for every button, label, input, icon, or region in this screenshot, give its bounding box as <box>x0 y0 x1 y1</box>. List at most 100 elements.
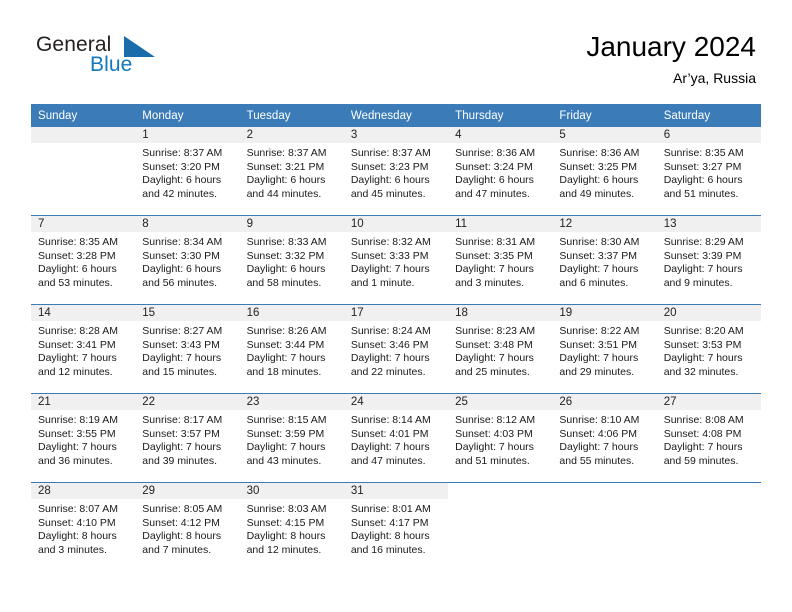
day-cell[interactable]: 15 Sunrise: 8:27 AM Sunset: 3:43 PM Dayligh… <box>135 305 240 393</box>
sunrise-text: Sunrise: 8:03 AM <box>246 503 327 515</box>
sunset-text: Sunset: 3:25 PM <box>559 160 638 173</box>
day-cell[interactable]: 1 Sunrise: 8:37 AM Sunset: 3:20 PM Daylight… <box>135 127 240 215</box>
daylight-text-line2: and 49 minutes. <box>559 187 635 200</box>
day-cell[interactable]: 3 Sunrise: 8:37 AM Sunset: 3:23 PM Daylight… <box>343 127 449 215</box>
day-cell[interactable]: 19 Sunrise: 8:22 AM Sunset: 3:51 PM Dayligh… <box>552 305 657 393</box>
day-cell[interactable]: 10 Sunrise: 8:32 AM Sunset: 3:33 PM Dayligh… <box>343 216 449 304</box>
day-cell[interactable]: 11 Sunrise: 8:31 AM Sunset: 3:35 PM Dayligh… <box>448 216 553 304</box>
empty-day-cell <box>657 483 761 571</box>
daylight-text-line1: Daylight: 7 hours <box>38 352 117 365</box>
calendar-cell: 30 Sunrise: 8:03 AM Sunset: 4:15 PM Dayligh… <box>239 482 344 571</box>
day-cell[interactable]: 5 Sunrise: 8:36 AM Sunset: 3:25 PM Daylight… <box>552 127 657 215</box>
day-number: 22 <box>135 394 240 410</box>
day-details: Sunrise: 8:14 AM Sunset: 4:01 PM Daylight:… <box>344 410 448 468</box>
sunset-text: Sunset: 3:30 PM <box>142 249 220 262</box>
day-cell[interactable]: 13 Sunrise: 8:29 AM Sunset: 3:39 PM Dayligh… <box>656 216 761 304</box>
generalblue-logo[interactable]: General Blue <box>36 33 186 81</box>
day-cell[interactable]: 6 Sunrise: 8:35 AM Sunset: 3:27 PM Daylight… <box>656 127 761 215</box>
sunrise-text: Sunrise: 8:14 AM <box>350 414 431 426</box>
calendar-cell: 15 Sunrise: 8:27 AM Sunset: 3:43 PM Dayligh… <box>135 304 240 394</box>
day-details: Sunrise: 8:26 AM Sunset: 3:44 PM Daylight:… <box>240 321 344 379</box>
day-number: 31 <box>343 483 449 499</box>
day-cell[interactable]: 4 Sunrise: 8:36 AM Sunset: 3:24 PM Daylight… <box>448 127 553 215</box>
daylight-text-line1: Daylight: 6 hours <box>350 174 430 187</box>
day-details: Sunrise: 8:23 AM Sunset: 3:48 PM Daylight:… <box>448 321 552 379</box>
day-number: 20 <box>656 305 761 321</box>
weekday-header-friday: Friday <box>552 104 657 127</box>
daylight-text-line1: Daylight: 7 hours <box>559 441 639 454</box>
day-details: Sunrise: 8:03 AM Sunset: 4:15 PM Daylight:… <box>240 499 344 557</box>
daylight-text-line2: and 51 minutes. <box>663 187 739 200</box>
calendar-cell: 21 Sunrise: 8:19 AM Sunset: 3:55 PM Dayligh… <box>31 393 136 483</box>
daylight-text-line2: and 32 minutes. <box>663 365 739 378</box>
daylight-text-line2: and 25 minutes. <box>455 365 530 378</box>
weekday-header-wednesday: Wednesday <box>343 104 449 127</box>
day-details: Sunrise: 8:28 AM Sunset: 3:41 PM Daylight:… <box>31 321 135 379</box>
day-cell[interactable]: 8 Sunrise: 8:34 AM Sunset: 3:30 PM Daylight… <box>135 216 240 304</box>
day-cell[interactable]: 9 Sunrise: 8:33 AM Sunset: 3:32 PM Daylight… <box>239 216 344 304</box>
day-cell[interactable]: 7 Sunrise: 8:35 AM Sunset: 3:28 PM Daylight… <box>31 216 136 304</box>
daylight-text-line2: and 12 minutes. <box>246 543 322 556</box>
day-cell[interactable]: 21 Sunrise: 8:19 AM Sunset: 3:55 PM Dayligh… <box>31 394 136 482</box>
day-cell[interactable]: 23 Sunrise: 8:15 AM Sunset: 3:59 PM Dayligh… <box>239 394 344 482</box>
day-cell[interactable]: 20 Sunrise: 8:20 AM Sunset: 3:53 PM Dayligh… <box>656 305 761 393</box>
day-cell[interactable]: 24 Sunrise: 8:14 AM Sunset: 4:01 PM Dayligh… <box>343 394 449 482</box>
month-calendar: Sunday Monday Tuesday Wednesday Thursday… <box>31 104 761 571</box>
calendar-week-row: 7 Sunrise: 8:35 AM Sunset: 3:28 PM Daylight… <box>31 215 761 305</box>
day-number: 2 <box>239 127 344 143</box>
calendar-week-row: 21 Sunrise: 8:19 AM Sunset: 3:55 PM Dayligh… <box>31 393 761 483</box>
weekday-header-tuesday: Tuesday <box>239 104 344 127</box>
calendar-week-row: 1 Sunrise: 8:37 AM Sunset: 3:20 PM Daylight… <box>31 127 761 216</box>
day-cell[interactable]: 12 Sunrise: 8:30 AM Sunset: 3:37 PM Dayligh… <box>552 216 657 304</box>
daylight-text-line2: and 58 minutes. <box>246 276 322 289</box>
calendar-cell: 16 Sunrise: 8:26 AM Sunset: 3:44 PM Dayligh… <box>239 304 344 394</box>
day-details: Sunrise: 8:36 AM Sunset: 3:24 PM Daylight:… <box>448 143 552 201</box>
day-details: Sunrise: 8:34 AM Sunset: 3:30 PM Daylight:… <box>135 232 239 290</box>
daylight-text-line2: and 53 minutes. <box>38 276 113 289</box>
day-details: Sunrise: 8:31 AM Sunset: 3:35 PM Daylight:… <box>448 232 552 290</box>
day-cell[interactable]: 29 Sunrise: 8:05 AM Sunset: 4:12 PM Dayligh… <box>135 483 240 571</box>
sunset-text: Sunset: 3:57 PM <box>142 427 220 440</box>
day-details: Sunrise: 8:05 AM Sunset: 4:12 PM Daylight:… <box>135 499 239 557</box>
daylight-text-line1: Daylight: 7 hours <box>663 263 743 276</box>
weekday-header-thursday: Thursday <box>448 104 553 127</box>
day-cell[interactable]: 17 Sunrise: 8:24 AM Sunset: 3:46 PM Dayligh… <box>343 305 449 393</box>
calendar-cell: 12 Sunrise: 8:30 AM Sunset: 3:37 PM Dayligh… <box>552 215 657 305</box>
day-details: Sunrise: 8:15 AM Sunset: 3:59 PM Daylight:… <box>240 410 344 468</box>
sunrise-text: Sunrise: 8:10 AM <box>559 414 640 426</box>
day-details: Sunrise: 8:22 AM Sunset: 3:51 PM Daylight:… <box>552 321 656 379</box>
daylight-text-line2: and 18 minutes. <box>246 365 322 378</box>
sunset-text: Sunset: 3:39 PM <box>663 249 742 262</box>
daylight-text-line1: Daylight: 6 hours <box>142 263 222 276</box>
calendar-cell: 22 Sunrise: 8:17 AM Sunset: 3:57 PM Dayligh… <box>135 393 240 483</box>
sunrise-text: Sunrise: 8:37 AM <box>246 147 327 159</box>
day-cell[interactable]: 27 Sunrise: 8:08 AM Sunset: 4:08 PM Dayligh… <box>656 394 761 482</box>
daylight-text-line1: Daylight: 8 hours <box>142 530 222 543</box>
sunrise-text: Sunrise: 8:12 AM <box>455 414 536 426</box>
day-number: 15 <box>135 305 240 321</box>
sunrise-text: Sunrise: 8:32 AM <box>350 236 431 248</box>
day-cell[interactable]: 14 Sunrise: 8:28 AM Sunset: 3:41 PM Dayligh… <box>31 305 136 393</box>
day-cell[interactable]: 18 Sunrise: 8:23 AM Sunset: 3:48 PM Dayligh… <box>448 305 553 393</box>
day-cell[interactable]: 28 Sunrise: 8:07 AM Sunset: 4:10 PM Dayligh… <box>31 483 136 571</box>
day-cell[interactable]: 16 Sunrise: 8:26 AM Sunset: 3:44 PM Dayligh… <box>239 305 344 393</box>
daylight-text-line2: and 45 minutes. <box>350 187 426 200</box>
sunrise-text: Sunrise: 8:33 AM <box>246 236 327 248</box>
daylight-text-line1: Daylight: 6 hours <box>38 263 117 276</box>
day-number <box>448 483 552 499</box>
day-cell[interactable]: 25 Sunrise: 8:12 AM Sunset: 4:03 PM Dayligh… <box>448 394 553 482</box>
day-cell[interactable]: 31 Sunrise: 8:01 AM Sunset: 4:17 PM Dayligh… <box>343 483 449 571</box>
daylight-text-line2: and 55 minutes. <box>559 454 635 467</box>
sunrise-text: Sunrise: 8:37 AM <box>350 147 431 159</box>
sunrise-text: Sunrise: 8:37 AM <box>142 147 223 159</box>
day-cell[interactable]: 26 Sunrise: 8:10 AM Sunset: 4:06 PM Dayligh… <box>552 394 657 482</box>
calendar-cell: 18 Sunrise: 8:23 AM Sunset: 3:48 PM Dayligh… <box>448 304 553 394</box>
day-cell[interactable]: 30 Sunrise: 8:03 AM Sunset: 4:15 PM Dayligh… <box>239 483 344 571</box>
calendar-cell: 23 Sunrise: 8:15 AM Sunset: 3:59 PM Dayligh… <box>239 393 344 483</box>
daylight-text-line1: Daylight: 7 hours <box>142 441 222 454</box>
day-number: 8 <box>135 216 240 232</box>
day-number: 28 <box>31 483 136 499</box>
day-cell[interactable]: 2 Sunrise: 8:37 AM Sunset: 3:21 PM Daylight… <box>239 127 344 215</box>
sunset-text: Sunset: 4:10 PM <box>38 516 116 529</box>
day-cell[interactable]: 22 Sunrise: 8:17 AM Sunset: 3:57 PM Dayligh… <box>135 394 240 482</box>
